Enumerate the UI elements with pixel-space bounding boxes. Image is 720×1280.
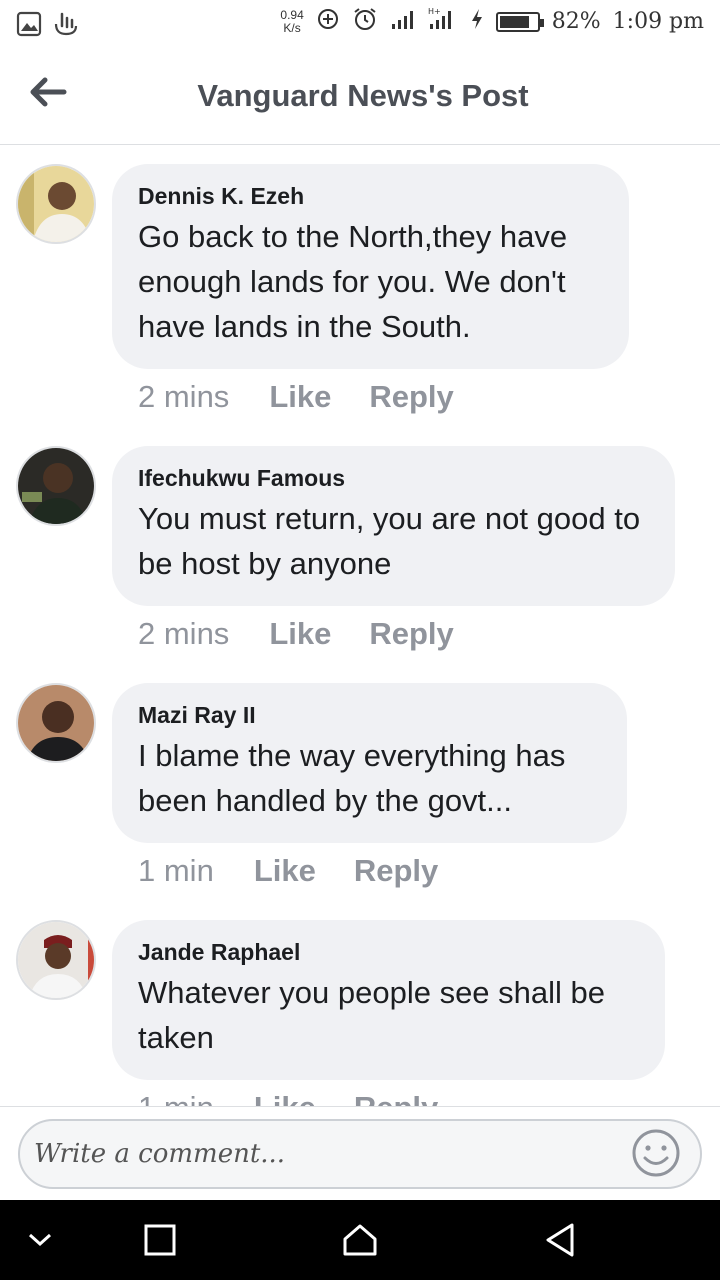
comment-author[interactable]: Mazi Ray II — [138, 701, 599, 729]
smiley-icon — [632, 1129, 680, 1177]
page-title: Vanguard News's Post — [197, 78, 529, 113]
square-icon — [144, 1224, 176, 1256]
comment-input[interactable] — [18, 1119, 702, 1189]
comment-time: 1 min — [138, 853, 214, 888]
comment-author[interactable]: Jande Raphael — [138, 938, 637, 966]
signal-hplus-icon: H+ — [428, 6, 458, 37]
comment-text: I blame the way everything has been hand… — [138, 738, 566, 818]
comment-actions: 1 min Like Reply — [138, 1090, 438, 1106]
alarm-icon — [352, 6, 378, 37]
home-icon — [343, 1224, 377, 1256]
battery-icon — [495, 11, 544, 32]
comment-text: Go back to the North,they have enough la… — [138, 219, 568, 344]
comment-actions: 2 mins Like Reply — [138, 379, 454, 415]
comment-composer — [0, 1106, 720, 1200]
comment-author[interactable]: Dennis K. Ezeh — [138, 182, 601, 210]
comment-actions: 2 mins Like Reply — [138, 616, 454, 652]
chevron-down-icon — [28, 1233, 52, 1247]
reply-button[interactable]: Reply — [369, 616, 453, 652]
avatar[interactable] — [16, 920, 96, 1000]
gallery-notification-icon — [16, 11, 42, 42]
comment-actions: 1 min Like Reply — [138, 853, 438, 889]
like-button[interactable]: Like — [269, 616, 331, 652]
clock: 1:09 pm — [612, 9, 704, 34]
nav-recents-button[interactable] — [136, 1216, 184, 1264]
nav-home-button[interactable] — [336, 1216, 384, 1264]
header: Vanguard News's Post — [0, 48, 720, 145]
network-speed: 0.94 K/s — [280, 7, 304, 35]
comment-list[interactable]: Dennis K. Ezeh Go back to the North,they… — [0, 146, 720, 1106]
like-button[interactable]: Like — [254, 1090, 316, 1106]
comment-bubble: Dennis K. Ezeh Go back to the North,they… — [112, 164, 629, 369]
triangle-back-icon — [546, 1223, 574, 1257]
svg-text:H+: H+ — [428, 7, 441, 16]
avatar[interactable] — [16, 446, 96, 526]
nav-hide-button[interactable] — [16, 1216, 64, 1264]
comment-bubble: Jande Raphael Whatever you people see sh… — [112, 920, 665, 1080]
reply-button[interactable]: Reply — [354, 853, 438, 889]
like-button[interactable]: Like — [269, 379, 331, 415]
comment-time: 2 mins — [138, 379, 230, 414]
speed-unit: K/s — [283, 20, 301, 35]
comment-bubble: Mazi Ray II I blame the way everything h… — [112, 683, 627, 843]
signal-icon — [390, 8, 416, 35]
comment-time: 1 min — [138, 1090, 214, 1106]
like-button[interactable]: Like — [254, 853, 316, 889]
comment-bubble: Ifechukwu Famous You must return, you ar… — [112, 446, 675, 606]
comment-author[interactable]: Ifechukwu Famous — [138, 464, 647, 492]
avatar[interactable] — [16, 683, 96, 763]
nav-back-button[interactable] — [536, 1216, 584, 1264]
battery-percent: 82% — [551, 9, 601, 34]
charging-icon — [470, 8, 484, 35]
comment-text: Whatever you people see shall be taken — [138, 975, 606, 1055]
reply-button[interactable]: Reply — [354, 1090, 438, 1106]
speed-value: 0.94 — [280, 7, 304, 22]
emoji-button[interactable] — [630, 1127, 682, 1179]
comment-time: 2 mins — [138, 616, 230, 651]
avatar[interactable] — [16, 164, 96, 244]
touch-notification-icon — [52, 10, 80, 43]
reply-button[interactable]: Reply — [369, 379, 453, 415]
system-nav-bar — [0, 1200, 720, 1280]
data-saver-icon — [316, 7, 340, 36]
status-bar: 0.94 K/s H+ 82% 1:09 pm — [0, 0, 720, 48]
comment-text: You must return, you are not good to be … — [138, 501, 641, 581]
